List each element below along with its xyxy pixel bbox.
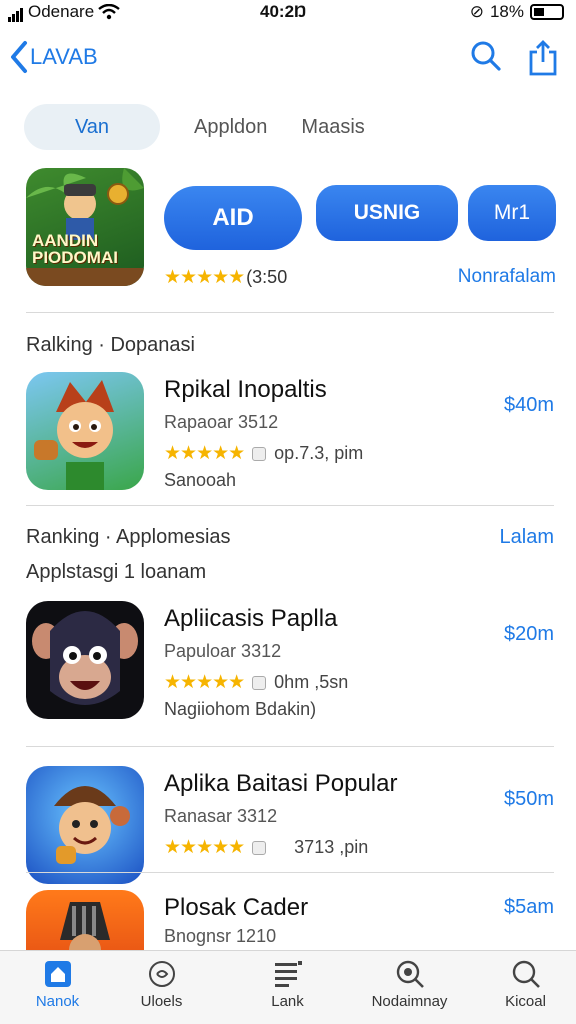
get-button[interactable]: AID — [164, 186, 302, 250]
price-button[interactable]: $50m — [504, 788, 554, 811]
segment-option[interactable]: Maasis — [301, 116, 364, 139]
tab-search[interactable]: Kicoal — [468, 959, 576, 1010]
list-icon — [274, 961, 302, 987]
tab-discover[interactable]: Nodaimnay — [352, 959, 467, 1010]
price-button[interactable]: $5am — [504, 896, 554, 919]
featured-art-title: AANDIN PIODOMAI — [32, 231, 118, 267]
app-meta-text: 3713 ,pin — [294, 837, 369, 857]
using-button[interactable]: USNIG — [316, 185, 458, 241]
tab-label: Nodaimnay — [371, 993, 448, 1010]
carrier-label: Odenare — [28, 2, 95, 21]
rating-count: (3:50 — [246, 267, 288, 287]
segment-control: Van Appldon Maasis — [24, 104, 365, 150]
search-alt-icon — [396, 960, 424, 988]
signal-icon — [8, 2, 24, 22]
app-name: Rpikal Inopaltis — [164, 376, 327, 403]
app-name: Apliicasis Paplla — [164, 605, 338, 632]
app-name: Plosak Cader — [164, 894, 309, 921]
status-bar: Odenare 40:2Ŋ ⊘ 18% — [0, 0, 576, 22]
tab-label: Uloels — [140, 993, 183, 1010]
divider — [26, 872, 554, 873]
app-icon — [26, 890, 144, 950]
divider — [26, 312, 554, 313]
games-icon — [148, 961, 175, 987]
star-rating-icon: ★★★★★ — [164, 672, 245, 693]
star-rating-icon: ★★★★★ — [164, 443, 245, 464]
section-title: Ralking · Dopanasi — [26, 334, 195, 356]
app-subtitle: Rapaoar 3512 — [164, 412, 279, 432]
app-subtitle: Papuloar 3312 — [164, 641, 282, 661]
featured-card: AANDIN PIODOMAI AID USNIG Mr1 ★★★★★ (3:5… — [26, 168, 556, 298]
segment-selected[interactable]: Van — [24, 104, 160, 150]
divider — [26, 746, 554, 747]
app-meta: ★★★★★ 0hm ,5sn — [164, 671, 348, 694]
app-icon — [26, 372, 144, 490]
clock: 40:2Ŋ — [260, 2, 307, 21]
tab-label: Nanok — [35, 993, 80, 1010]
tab-games[interactable]: Uloels — [104, 959, 219, 1010]
app-meta-text: 0hm ,5sn — [274, 672, 349, 692]
battery-percent: 18% — [489, 2, 524, 21]
battery-icon — [530, 4, 564, 20]
app-meta: ★★★★★ op.7.3, pim — [164, 442, 363, 465]
tab-label: Lank — [271, 993, 304, 1010]
price-button[interactable]: $40m — [504, 394, 554, 417]
list-item[interactable]: Rpikal Inopaltis Rapaoar 3512 ★★★★★ op.7… — [26, 372, 554, 492]
star-rating-icon: ★★★★★ — [164, 267, 245, 288]
app-subtitle: Ranasar 3312 — [164, 806, 278, 826]
back-button[interactable]: LAVAB — [10, 40, 98, 74]
tab-list[interactable]: Lank — [230, 959, 345, 1010]
chevron-left-icon — [11, 41, 27, 73]
divider — [26, 505, 554, 506]
search-icon[interactable] — [470, 40, 502, 72]
back-label: LAVAB — [30, 44, 98, 69]
app-subtitle: Bnognsr 1210 — [164, 926, 277, 946]
more-button[interactable]: Mr1 — [468, 185, 556, 241]
featured-link[interactable]: Nonrafalam — [458, 266, 556, 288]
list-item[interactable]: Plosak Cader Bnognsr 1210 $5am — [26, 890, 554, 950]
app-extra: Nagiiohom Bdakin) — [164, 699, 317, 719]
list-item[interactable]: Apliicasis Paplla Papuloar 3312 ★★★★★ 0h… — [26, 601, 554, 725]
app-icon — [26, 601, 144, 719]
share-icon[interactable] — [528, 40, 558, 76]
section-subtitle: Applstasgi 1 loanam — [26, 561, 207, 583]
tab-home[interactable]: Nanok — [0, 959, 115, 1010]
info-icon — [252, 675, 267, 690]
info-icon — [252, 446, 267, 461]
app-extra: Sanooah — [164, 470, 237, 490]
section-link[interactable]: Lalam — [500, 526, 554, 549]
wifi-icon — [98, 4, 120, 20]
section-title: Ranking · Applomesias — [26, 526, 231, 548]
app-name: Aplika Baitasi Popular — [164, 770, 398, 797]
price-button[interactable]: $20m — [504, 623, 554, 646]
app-meta: ★★★★★ 3713 ,pin — [164, 836, 368, 859]
featured-rating: ★★★★★ (3:50 — [164, 266, 287, 289]
search-icon — [512, 960, 540, 988]
home-icon — [44, 961, 71, 987]
app-icon — [26, 766, 144, 884]
app-meta-text: op.7.3, pim — [274, 443, 364, 463]
nav-bar: LAVAB — [0, 36, 576, 86]
segment-option[interactable]: Appldon — [194, 116, 267, 139]
tab-label: Kicoal — [505, 993, 546, 1010]
tab-bar: Nanok Uloels Lank Nodaimnay Kicoal — [0, 950, 576, 1024]
alarm-icon: ⊘ — [469, 2, 484, 21]
featured-app-icon[interactable]: AANDIN PIODOMAI — [26, 168, 144, 286]
list-item[interactable]: Aplika Baitasi Popular Ranasar 3312 ★★★★… — [26, 766, 554, 884]
info-icon — [252, 840, 267, 855]
star-rating-icon: ★★★★★ — [164, 837, 245, 858]
